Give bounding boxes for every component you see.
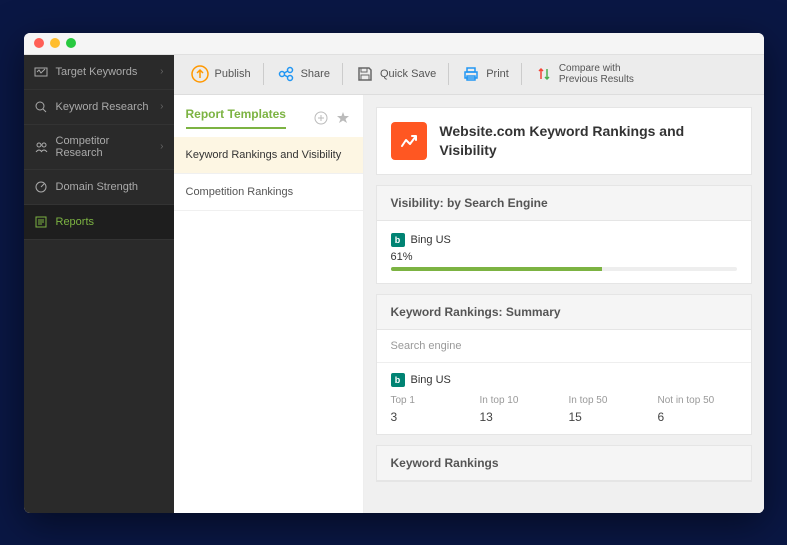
sidebar-item-keyword-research[interactable]: Keyword Research ›: [24, 90, 174, 125]
content: Report Templates Keyword Rankings and Vi…: [174, 95, 764, 513]
section-title: Keyword Rankings: [377, 446, 751, 481]
button-label: Print: [486, 68, 509, 80]
template-label: Keyword Rankings and Visibility: [186, 149, 342, 161]
report-header: Website.com Keyword Rankings and Visibil…: [376, 107, 752, 175]
search-icon: [34, 100, 48, 114]
separator: [448, 63, 449, 85]
add-template-button[interactable]: [313, 110, 329, 126]
engine-label: Bing US: [411, 374, 451, 386]
summary-subhead: Search engine: [377, 330, 751, 363]
sidebar-item-domain-strength[interactable]: Domain Strength: [24, 170, 174, 205]
sidebar-item-label: Target Keywords: [56, 66, 138, 78]
templates-panel: Report Templates Keyword Rankings and Vi…: [174, 95, 364, 513]
bing-icon: b: [391, 373, 405, 387]
publish-button[interactable]: Publish: [184, 60, 257, 88]
rank-grid: Top 1 In top 10 In top 50 Not in top 50 …: [391, 395, 737, 424]
toolbar: Publish Share Quick Save Print: [174, 55, 764, 95]
gauge-icon: [34, 180, 48, 194]
sidebar: Target Keywords › Keyword Research › Com…: [24, 55, 174, 513]
print-button[interactable]: Print: [455, 60, 515, 88]
upload-icon: [190, 64, 210, 84]
separator: [342, 63, 343, 85]
rank-value: 3: [391, 410, 470, 424]
sidebar-item-target-keywords[interactable]: Target Keywords ›: [24, 55, 174, 90]
rankings-section: Keyword Rankings: [376, 445, 752, 482]
chevron-right-icon: ›: [160, 101, 163, 112]
reports-icon: [34, 215, 48, 229]
app-body: Target Keywords › Keyword Research › Com…: [24, 55, 764, 513]
minimize-icon[interactable]: [50, 38, 60, 48]
sidebar-item-label: Competitor Research: [56, 135, 153, 159]
chevron-right-icon: ›: [160, 66, 163, 77]
button-label: Share: [301, 68, 330, 80]
report-logo-icon: [391, 122, 428, 160]
visibility-section: Visibility: by Search Engine b Bing US 6…: [376, 185, 752, 284]
close-icon[interactable]: [34, 38, 44, 48]
template-item-keyword-rankings[interactable]: Keyword Rankings and Visibility: [174, 137, 363, 174]
report-title: Website.com Keyword Rankings and Visibil…: [439, 122, 736, 158]
compare-button[interactable]: Compare with Previous Results: [528, 59, 640, 89]
rank-col-label: Not in top 50: [658, 395, 737, 406]
template-item-competition-rankings[interactable]: Competition Rankings: [174, 174, 363, 211]
engine-label: Bing US: [411, 234, 451, 246]
engine-row: b Bing US: [391, 373, 737, 387]
rank-value: 15: [569, 410, 648, 424]
maximize-icon[interactable]: [66, 38, 76, 48]
visibility-percent: 61%: [391, 251, 737, 263]
rank-col-label: Top 1: [391, 395, 470, 406]
separator: [521, 63, 522, 85]
titlebar: [24, 33, 764, 55]
save-icon: [355, 64, 375, 84]
rank-col-label: In top 10: [480, 395, 559, 406]
sidebar-item-label: Reports: [56, 216, 95, 228]
rank-value: 6: [658, 410, 737, 424]
engine-row: b Bing US: [391, 233, 737, 247]
app-window: Target Keywords › Keyword Research › Com…: [24, 33, 764, 513]
people-icon: [34, 140, 48, 154]
button-label: Compare with Previous Results: [559, 63, 634, 85]
template-label: Competition Rankings: [186, 186, 294, 198]
sidebar-item-label: Keyword Research: [56, 101, 149, 113]
print-icon: [461, 64, 481, 84]
separator: [263, 63, 264, 85]
report-panel: Website.com Keyword Rankings and Visibil…: [364, 95, 764, 513]
rank-col-label: In top 50: [569, 395, 648, 406]
progress-bar: [391, 267, 737, 271]
templates-title: Report Templates: [186, 107, 286, 129]
rank-value: 13: [480, 410, 559, 424]
bing-icon: b: [391, 233, 405, 247]
target-icon: [34, 65, 48, 79]
share-button[interactable]: Share: [270, 60, 336, 88]
sidebar-item-reports[interactable]: Reports: [24, 205, 174, 240]
button-label: Publish: [215, 68, 251, 80]
sidebar-item-competitor-research[interactable]: Competitor Research ›: [24, 125, 174, 170]
progress-fill: [391, 267, 602, 271]
favorite-button[interactable]: [335, 110, 351, 126]
chevron-right-icon: ›: [160, 141, 163, 152]
templates-header: Report Templates: [174, 95, 363, 137]
compare-icon: [534, 64, 554, 84]
share-icon: [276, 64, 296, 84]
section-title: Keyword Rankings: Summary: [377, 295, 751, 330]
button-label: Quick Save: [380, 68, 436, 80]
main: Publish Share Quick Save Print: [174, 55, 764, 513]
sidebar-item-label: Domain Strength: [56, 181, 139, 193]
summary-section: Keyword Rankings: Summary Search engine …: [376, 294, 752, 435]
quick-save-button[interactable]: Quick Save: [349, 60, 442, 88]
section-title: Visibility: by Search Engine: [377, 186, 751, 221]
